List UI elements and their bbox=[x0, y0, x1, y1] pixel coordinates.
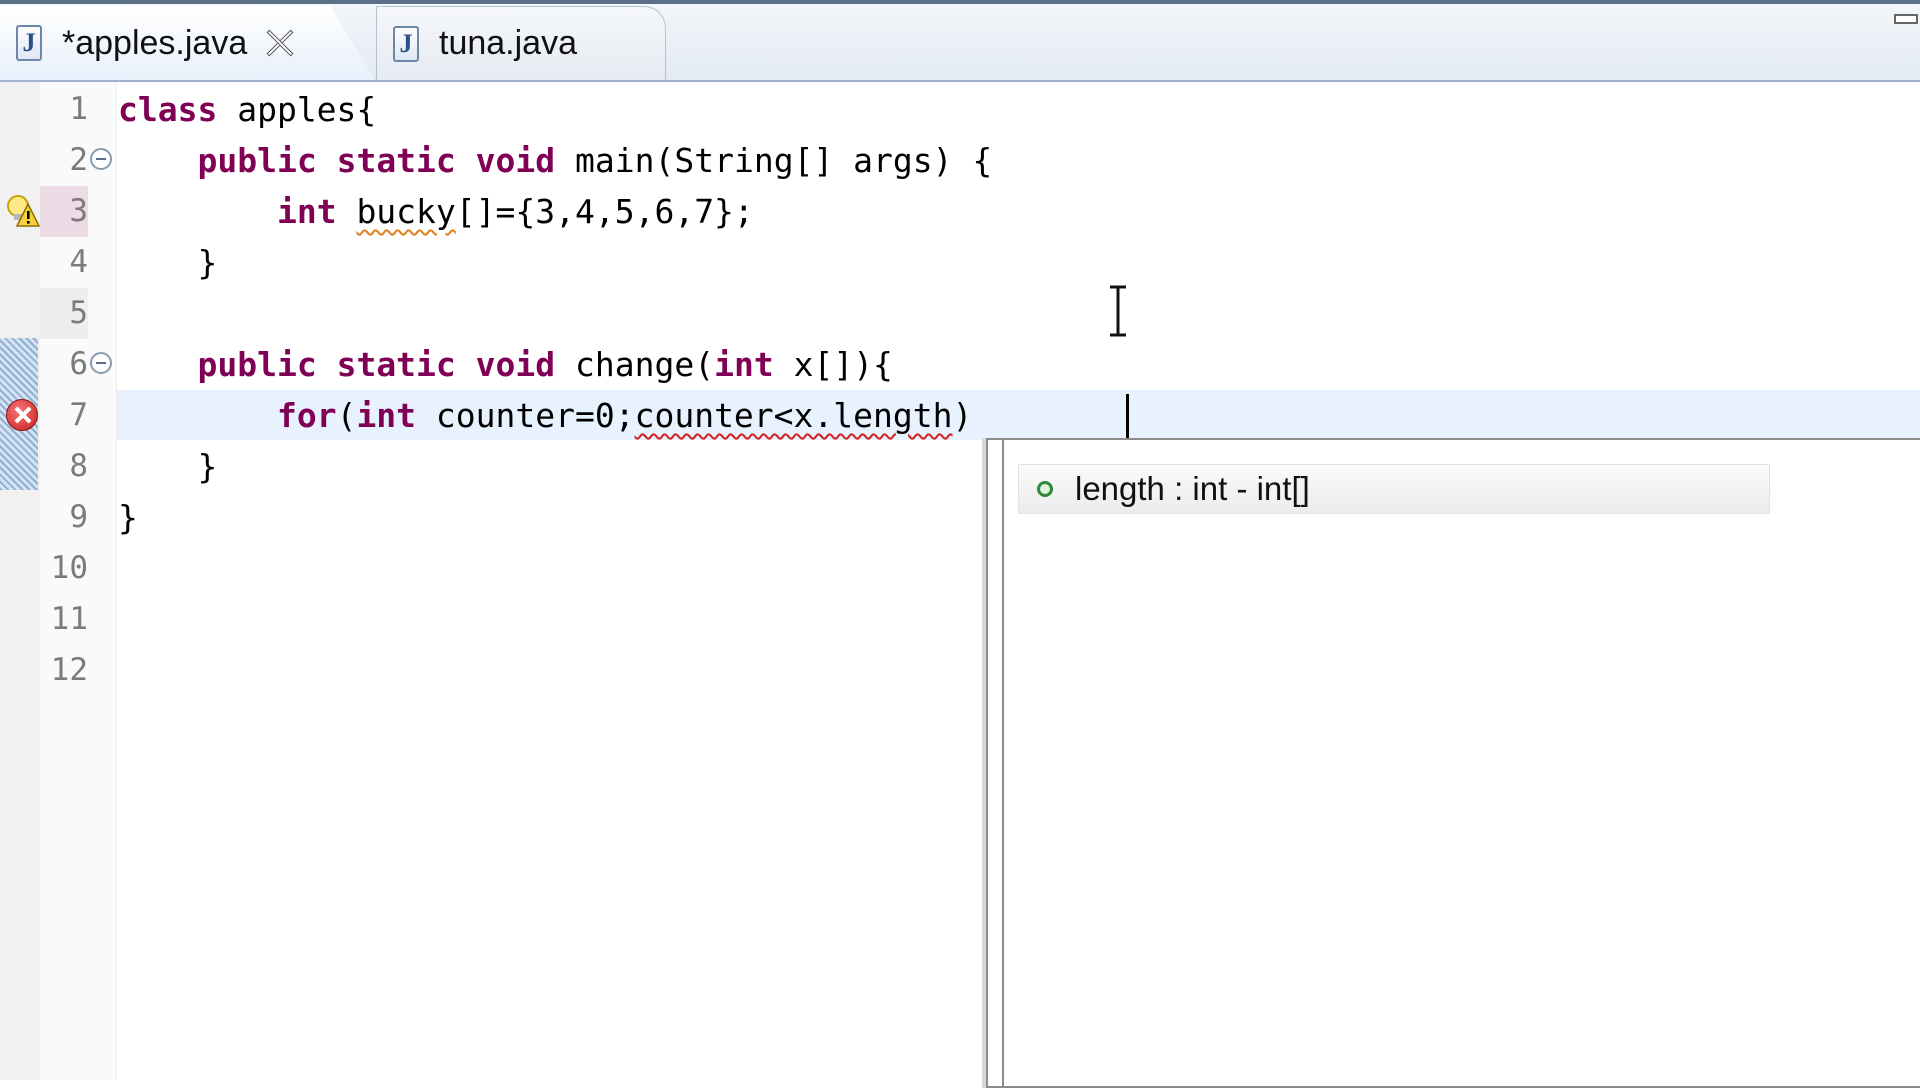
line-number: 12 bbox=[50, 652, 88, 688]
line-number: 8 bbox=[69, 448, 88, 484]
completion-label: length : int - int[] bbox=[1075, 470, 1310, 507]
fold-collapse-icon[interactable] bbox=[90, 148, 112, 170]
line-number: 11 bbox=[50, 601, 88, 637]
code-text: } bbox=[118, 447, 218, 486]
code-line-7: 7 for(int counter=0;counter<x.length) bbox=[0, 390, 1920, 441]
minimize-button[interactable] bbox=[1894, 14, 1918, 24]
code-text: for(int counter=0;counter<x.length) bbox=[276, 396, 973, 435]
tab-apples-java[interactable]: J *apples.java bbox=[0, 6, 375, 80]
line-number: 3 bbox=[40, 186, 88, 237]
code-text: } bbox=[118, 243, 218, 282]
syntax-error-underline: counter<x.length bbox=[634, 396, 953, 435]
code-text: public static void main(String[] args) { bbox=[197, 141, 993, 180]
line-number: 9 bbox=[69, 499, 88, 535]
error-icon[interactable] bbox=[6, 399, 38, 431]
window-top-border bbox=[0, 0, 1920, 4]
fold-collapse-icon[interactable] bbox=[90, 352, 112, 374]
code-text: } bbox=[118, 498, 138, 537]
line-number: 4 bbox=[69, 244, 88, 280]
unused-variable-warning: bucky bbox=[356, 192, 456, 231]
tab-label: *apples.java bbox=[62, 23, 248, 62]
tab-tuna-java[interactable]: J tuna.java bbox=[376, 6, 666, 80]
code-text: int bucky[]={3,4,5,6,7}; bbox=[276, 192, 754, 231]
code-line-4: 4 } bbox=[0, 237, 1920, 288]
field-icon bbox=[1037, 481, 1053, 497]
editor-tab-bar: J *apples.java J tuna.java bbox=[0, 0, 1920, 82]
java-file-icon: J bbox=[16, 25, 42, 61]
code-line-3: 3 int bucky[]={3,4,5,6,7}; bbox=[0, 186, 1920, 237]
popup-border bbox=[1002, 440, 1004, 1086]
text-caret bbox=[1126, 394, 1129, 438]
content-assist-popup[interactable]: length : int - int[] bbox=[986, 438, 1920, 1088]
line-number: 6 bbox=[69, 346, 88, 382]
java-file-icon: J bbox=[393, 25, 419, 62]
code-line-1: 1 class apples{ bbox=[0, 84, 1920, 135]
code-line-6: 6 public static void change(int x[]){ bbox=[0, 339, 1920, 390]
line-number: 10 bbox=[50, 550, 88, 586]
completion-item[interactable]: length : int - int[] bbox=[1018, 464, 1770, 514]
code-line-5: 5 bbox=[0, 288, 1920, 339]
line-number: 7 bbox=[69, 397, 88, 433]
line-number: 5 bbox=[40, 288, 88, 339]
code-line-2: 2 public static void main(String[] args)… bbox=[0, 135, 1920, 186]
warning-lightbulb-icon[interactable] bbox=[4, 192, 40, 228]
code-text: class apples{ bbox=[118, 90, 377, 129]
code-text: public static void change(int x[]){ bbox=[197, 345, 893, 384]
close-tab-icon[interactable] bbox=[265, 28, 295, 58]
line-number: 2 bbox=[69, 142, 88, 178]
tab-label: tuna.java bbox=[439, 24, 577, 62]
ibeam-cursor-icon bbox=[1110, 285, 1126, 337]
line-number: 1 bbox=[69, 91, 88, 127]
